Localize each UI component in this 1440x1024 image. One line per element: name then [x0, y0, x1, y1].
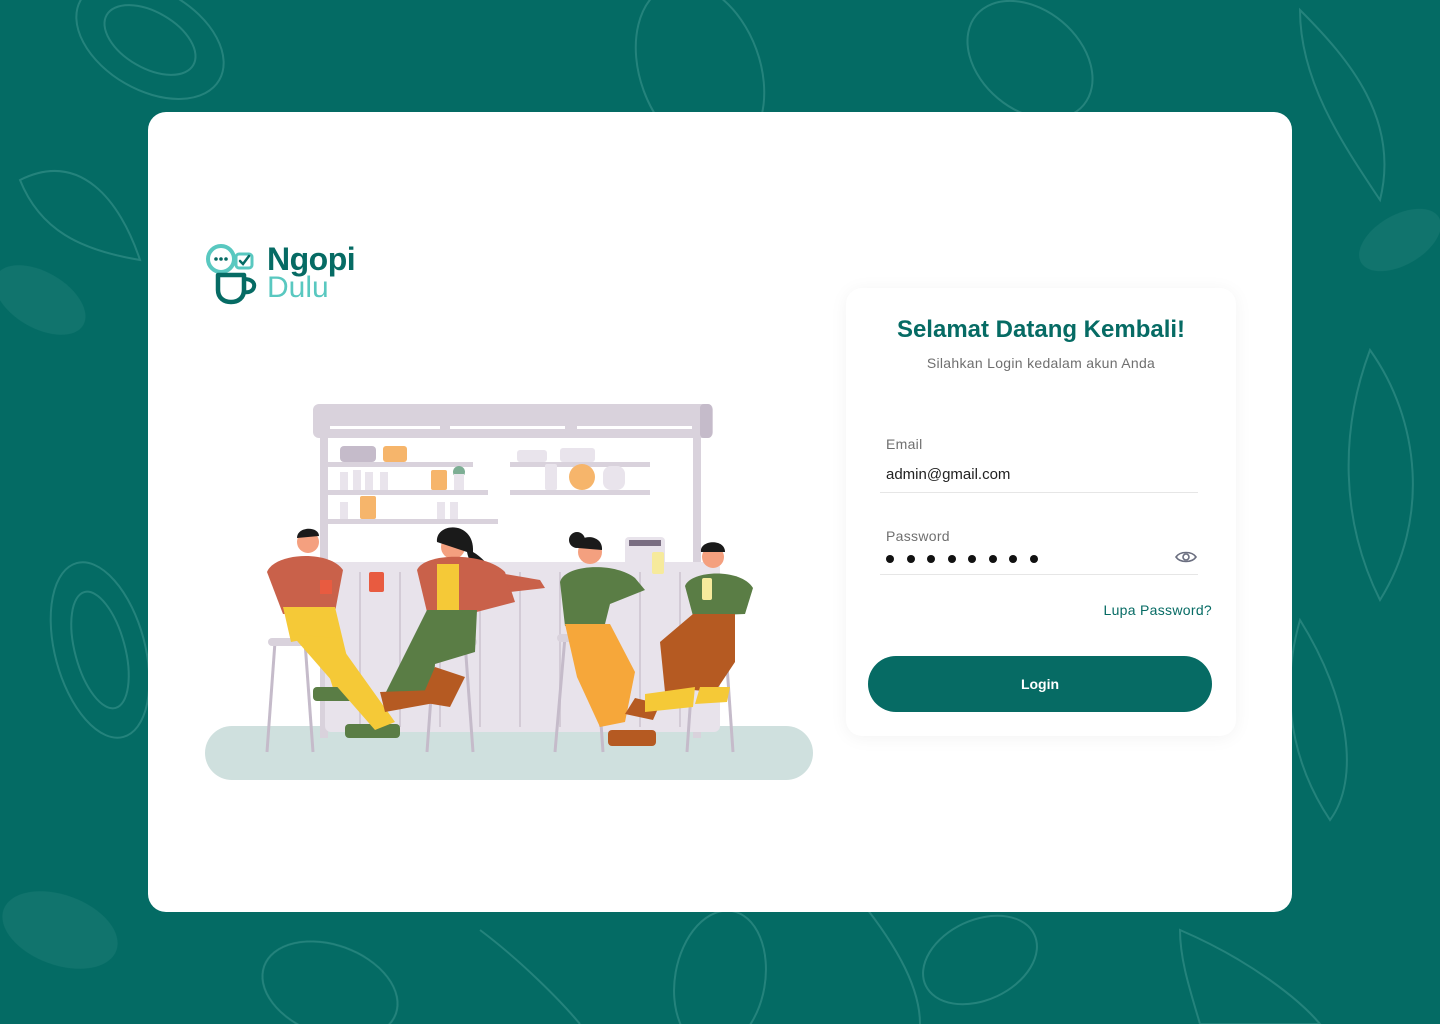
welcome-subtitle: Silahkan Login kedalam akun Anda	[926, 355, 1156, 371]
login-card: Ngopi Dulu Selamat Datang Kembali! Silah…	[148, 112, 1292, 912]
eye-icon[interactable]	[1174, 548, 1198, 566]
password-input[interactable]	[886, 550, 1050, 566]
password-field-container	[880, 538, 1198, 575]
email-label: Email	[886, 436, 923, 452]
email-input[interactable]	[886, 462, 1166, 486]
forgot-password-link[interactable]: Lupa Password?	[1104, 602, 1213, 618]
login-button[interactable]: Login	[868, 656, 1212, 712]
coffee-cup-logo-icon	[206, 244, 257, 305]
email-field-container	[880, 456, 1198, 493]
brand-logo: Ngopi Dulu	[205, 242, 375, 308]
welcome-title: Selamat Datang Kembali!	[896, 316, 1186, 343]
brand-name-line2: Dulu	[267, 271, 329, 304]
login-form: Selamat Datang Kembali! Silahkan Login k…	[846, 288, 1236, 736]
coffee-bar-illustration	[205, 404, 813, 780]
